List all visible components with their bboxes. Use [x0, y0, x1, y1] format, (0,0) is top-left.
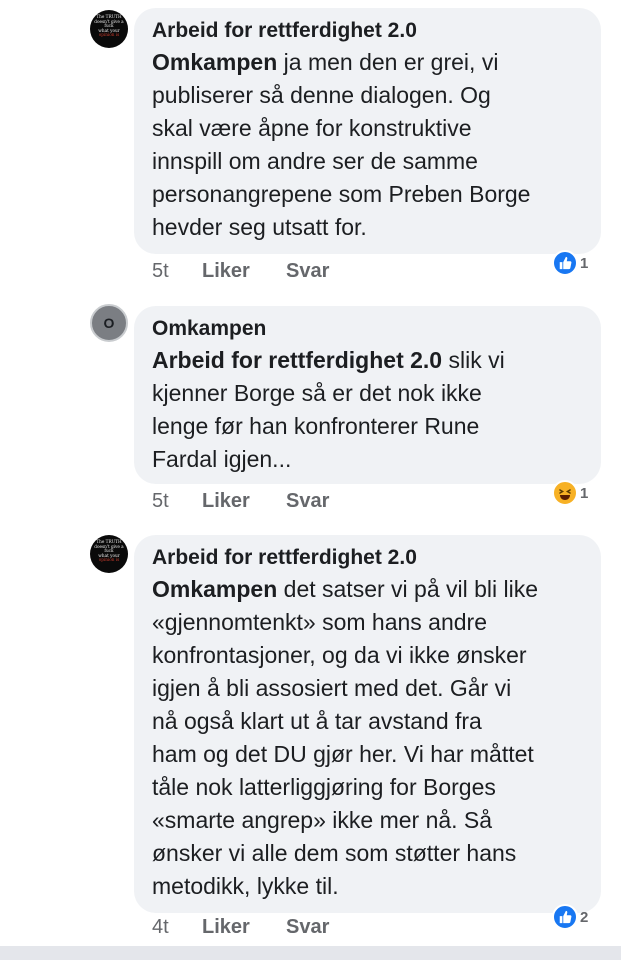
avatar[interactable]: The TRUTH doesn't give a fuck what your …	[90, 535, 128, 573]
like-icon	[552, 904, 578, 930]
avatar[interactable]: The TRUTH doesn't give a fuck what your …	[90, 10, 128, 48]
reply-button[interactable]: Svar	[286, 260, 329, 283]
like-button[interactable]: Liker	[202, 490, 286, 513]
comment-author[interactable]: Arbeid for rettferdighet 2.0	[152, 16, 583, 46]
like-button[interactable]: Liker	[202, 260, 286, 283]
comment-text: Omkampen ja men den er grei, vi publiser…	[152, 49, 531, 240]
haha-icon	[552, 480, 578, 506]
avatar-text: The TRUTH doesn't give a fuck what your …	[94, 14, 124, 38]
comment-author[interactable]: Arbeid for rettferdighet 2.0	[152, 543, 583, 573]
timestamp[interactable]: 5t	[152, 490, 202, 513]
comment-actions: 5t Liker Svar	[152, 260, 329, 283]
comment-text: Omkampen det satser vi på vil bli like «…	[152, 576, 539, 899]
avatar-initial: O	[103, 315, 115, 331]
like-button[interactable]: Liker	[202, 916, 286, 939]
comment-bubble: Arbeid for rettferdighet 2.0 Omkampen ja…	[134, 8, 601, 254]
mention-link[interactable]: Arbeid for rettferdighet 2.0	[152, 347, 442, 373]
mention-link[interactable]: Omkampen	[152, 576, 277, 602]
reaction-summary[interactable]: 2	[552, 904, 588, 930]
divider	[0, 946, 621, 960]
reply-button[interactable]: Svar	[286, 490, 329, 513]
reaction-count: 1	[580, 254, 589, 272]
timestamp[interactable]: 4t	[152, 916, 202, 939]
comment-actions: 5t Liker Svar	[152, 490, 329, 513]
reply-button[interactable]: Svar	[286, 916, 329, 939]
comment-author[interactable]: Omkampen	[152, 314, 583, 344]
avatar-text: The TRUTH doesn't give a fuck what your …	[94, 539, 124, 563]
comment-bubble: Arbeid for rettferdighet 2.0 Omkampen de…	[134, 535, 601, 913]
like-icon	[552, 250, 578, 276]
comment-actions: 4t Liker Svar	[152, 916, 329, 939]
reaction-count: 1	[580, 484, 589, 502]
comment-bubble: Omkampen Arbeid for rettferdighet 2.0 sl…	[134, 306, 601, 484]
reaction-count: 2	[580, 908, 589, 926]
timestamp[interactable]: 5t	[152, 260, 202, 283]
reaction-summary[interactable]: 1	[552, 480, 588, 506]
mention-link[interactable]: Omkampen	[152, 49, 277, 75]
reaction-summary[interactable]: 1	[552, 250, 588, 276]
comment-text: Arbeid for rettferdighet 2.0 slik vi kje…	[152, 347, 505, 472]
avatar[interactable]: O	[90, 304, 128, 342]
